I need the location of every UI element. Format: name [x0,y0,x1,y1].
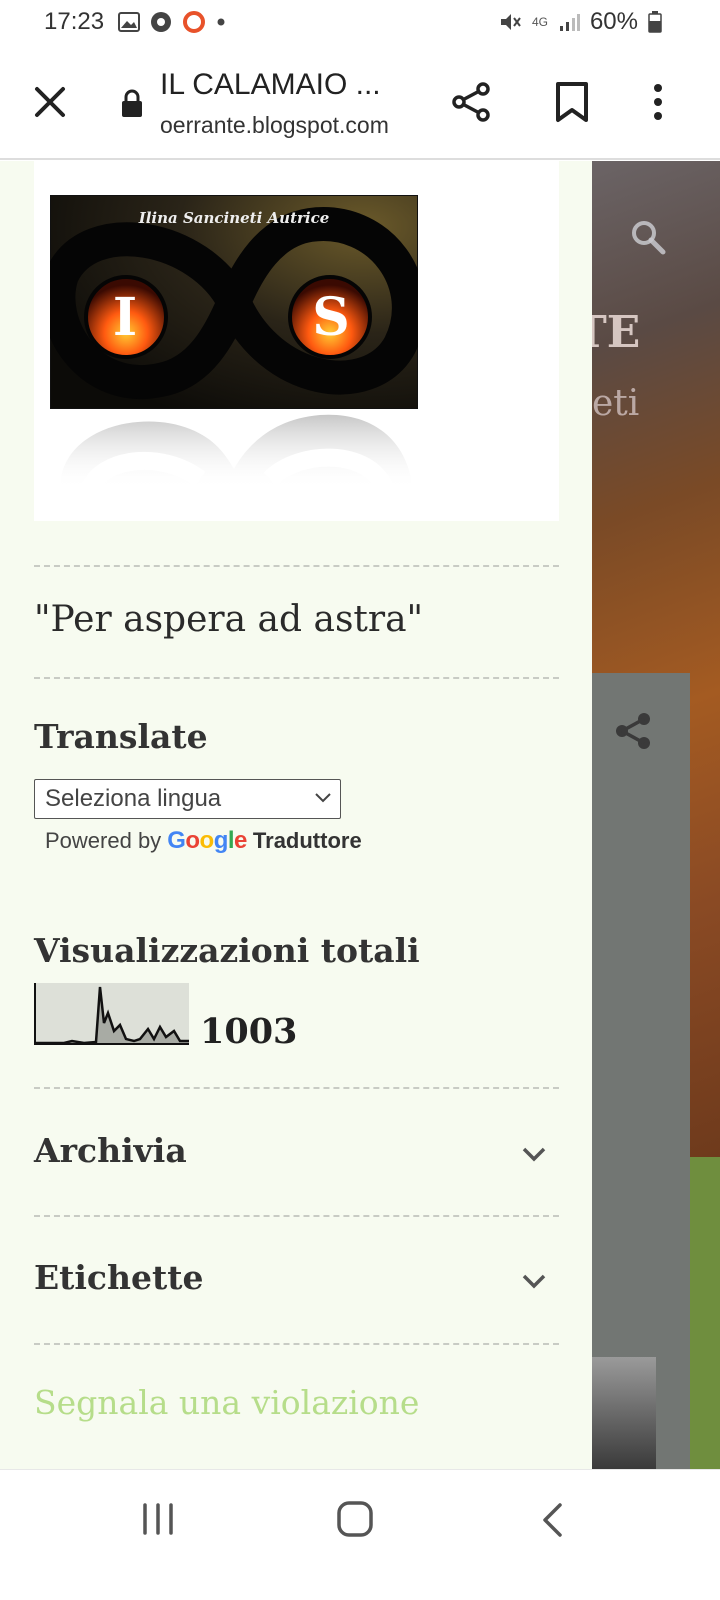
blog-subtitle-fragment: eti [592,383,640,424]
green-band [690,1157,720,1469]
divider [34,677,559,679]
archive-label: Archivia [34,1131,187,1170]
logo-reflection [60,414,412,489]
language-select[interactable]: Seleziona lingua [34,779,341,819]
divider [34,1215,559,1217]
network-type: 4G [531,15,548,29]
post-card [592,673,690,1469]
close-icon[interactable] [30,82,70,122]
share-icon[interactable] [450,80,494,124]
battery-percent: 60% [589,8,638,35]
page-url[interactable]: oerrante.blogspot.com [160,112,389,139]
browser-toolbar: IL CALAMAIO ... oerrante.blogspot.com [0,44,720,160]
blog-motto: "Per aspera ad astra" [34,599,424,640]
divider [34,565,559,567]
translate-heading: Translate [34,717,208,756]
powered-by-google[interactable]: Powered by Google Traduttore [45,827,362,855]
post-thumbnail[interactable] [592,1357,656,1469]
system-nav-bar [0,1469,720,1600]
status-right: 4G 60% [498,8,662,36]
report-abuse-link[interactable]: Segnala una violazione [34,1383,419,1422]
logo-caption: Ilina Sancineti Autrice [138,209,330,227]
chevron-down-icon [315,793,331,803]
dot-icon [217,18,225,26]
language-select-value: Seleziona lingua [45,785,222,812]
divider [34,1343,559,1345]
archive-section-toggle[interactable]: Archivia [34,1131,559,1191]
opera-icon [183,11,205,33]
battery-icon [648,11,662,33]
labels-label: Etichette [34,1258,204,1297]
translator-label: Traduttore [252,828,362,853]
signal-icon [559,14,580,31]
status-time: 17:23 [44,8,105,35]
chrome-icon [151,12,171,32]
back-icon[interactable] [540,1502,564,1538]
home-icon[interactable] [336,1500,374,1538]
powered-by-label: Powered by [45,828,162,853]
sidebar-drawer: I S Ilina Sancineti Autrice "Per aspera … [0,161,592,1469]
views-sparkline [34,983,189,1045]
total-views-heading: Visualizzazioni totali [34,931,420,970]
logo-letter-s: S [312,287,350,348]
chevron-down-icon [522,1147,546,1162]
author-logo: I S Ilina Sancineti Autrice [50,195,418,409]
page-title[interactable]: IL CALAMAIO ... [160,68,381,102]
gallery-icon [118,12,140,32]
google-logo: Google [167,827,247,854]
recent-apps-icon[interactable] [140,1502,176,1536]
status-bar: 17:23 4G 60% [0,0,720,44]
logo-letter-i: I [113,287,137,348]
search-icon[interactable] [628,217,668,257]
bookmark-icon[interactable] [552,80,592,124]
notification-icons [118,10,226,34]
labels-section-toggle[interactable]: Etichette [34,1258,559,1318]
lock-icon [122,89,142,117]
more-vert-icon[interactable] [648,80,668,124]
post-share-icon[interactable] [612,709,656,753]
total-views-count: 1003 [200,1011,298,1052]
blog-title-fragment: TE [592,307,641,358]
background-page[interactable]: TE eti [592,161,720,1469]
author-logo-card: I S Ilina Sancineti Autrice [34,161,559,521]
chevron-down-icon [522,1274,546,1289]
divider [34,1087,559,1089]
mute-icon [500,14,521,30]
